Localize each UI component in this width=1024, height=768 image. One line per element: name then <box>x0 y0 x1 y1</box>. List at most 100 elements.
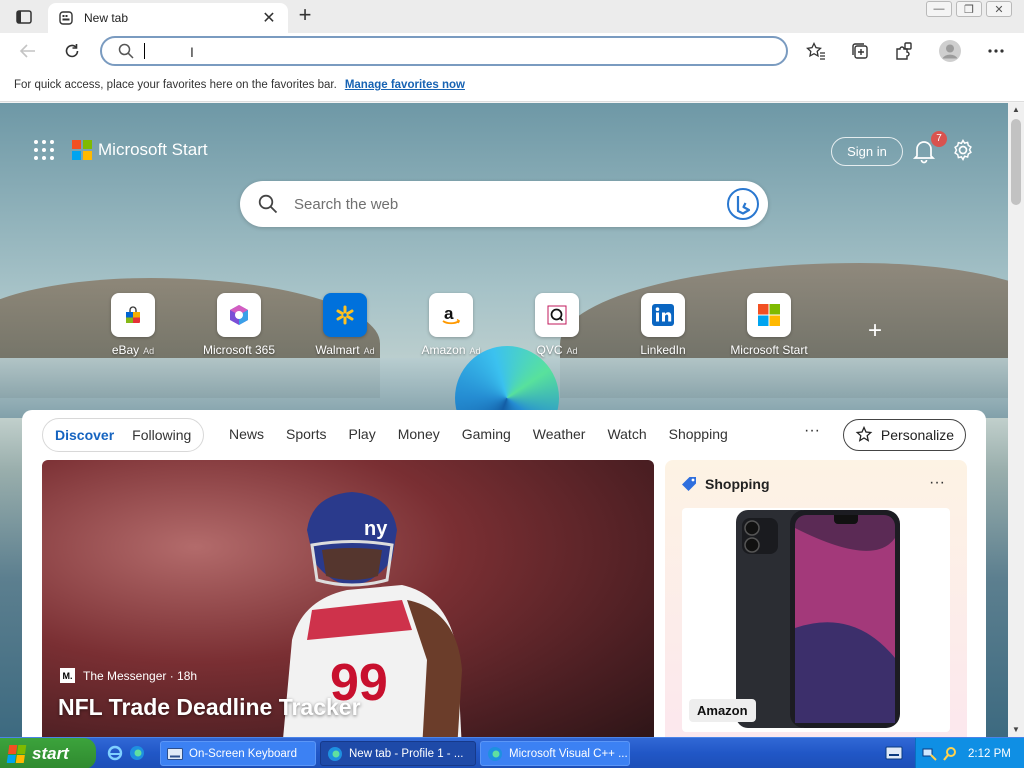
collections-button[interactable] <box>848 39 872 63</box>
back-button[interactable] <box>16 39 40 63</box>
tab-discover[interactable]: Discover <box>55 427 114 443</box>
tab-news[interactable]: News <box>229 426 264 442</box>
keyboard-icon <box>167 747 183 760</box>
windows-taskbar: start On-Screen Keyboard New tab - Profi… <box>0 737 1024 768</box>
taskbar-on-screen-keyboard[interactable]: On-Screen Keyboard <box>160 741 316 766</box>
more-categories-button[interactable]: ··· <box>804 422 820 440</box>
shopping-card-more-button[interactable]: ··· <box>929 474 945 492</box>
new-tab-button[interactable]: + <box>294 4 316 26</box>
article-headline[interactable]: NFL Trade Deadline Tracker <box>58 694 361 721</box>
network-icon[interactable] <box>922 746 938 762</box>
article-source-text: The Messenger · 18h <box>83 668 198 683</box>
favorites-button[interactable] <box>804 39 828 63</box>
web-search-box[interactable]: Search the web <box>240 181 768 227</box>
quick-launch <box>106 744 146 762</box>
refresh-button[interactable] <box>60 39 84 63</box>
shopping-card[interactable]: Shopping ··· Amazon <box>665 460 967 737</box>
settings-more-button[interactable] <box>984 39 1008 63</box>
hero-article-card[interactable]: 99 ny M. The Messenger · 18h NFL Trade D… <box>42 460 654 737</box>
avatar <box>939 40 961 62</box>
svg-text:ny: ny <box>364 518 388 540</box>
price-tag-icon <box>682 477 696 491</box>
brand-name: Microsoft Start <box>98 140 208 159</box>
profile-button[interactable] <box>938 39 962 63</box>
ad-tag: Ad <box>566 346 578 356</box>
taskbar-item-label: New tab - Profile 1 - ... <box>349 747 464 760</box>
app-launcher-button[interactable] <box>34 140 54 160</box>
scroll-up-icon[interactable]: ▲ <box>1008 103 1024 117</box>
language-keyboard-icon[interactable] <box>885 745 903 761</box>
quick-link-label: LinkedIn <box>640 343 686 357</box>
amazon-icon: a <box>429 293 473 337</box>
tab-money[interactable]: Money <box>398 426 440 442</box>
windows-flag-icon <box>6 744 28 763</box>
manage-favorites-link[interactable]: Manage favorites now <box>345 79 465 91</box>
favorites-bar-message: For quick access, place your favorites h… <box>14 79 337 91</box>
gear-icon <box>954 139 972 162</box>
notification-badge: 7 <box>931 131 947 147</box>
taskbar-item-label: Microsoft Visual C++ ... <box>509 747 628 760</box>
tab-following[interactable]: Following <box>132 427 191 443</box>
internet-explorer-icon[interactable] <box>106 744 124 762</box>
scrollbar-thumb[interactable] <box>1011 119 1021 205</box>
edge-quick-launch-icon[interactable] <box>128 744 146 762</box>
tab-shopping[interactable]: Shopping <box>669 426 728 442</box>
close-window-button[interactable]: ✕ <box>986 1 1012 17</box>
restore-button[interactable]: ❐ <box>956 1 982 17</box>
start-button[interactable]: start <box>0 738 96 768</box>
microsoft-start-brand[interactable]: Microsoft Start <box>72 140 208 160</box>
sparkle-star-icon <box>855 426 873 442</box>
ad-tag: Ad <box>143 346 155 356</box>
clock: 2:12 PM <box>968 747 1011 760</box>
window-controls: — ❐ ✕ <box>926 1 1012 17</box>
personalize-button[interactable]: Personalize <box>843 419 966 451</box>
product-vendor[interactable]: Amazon <box>689 699 756 722</box>
taskbar-visual-cpp[interactable]: Microsoft Visual C++ ... <box>480 741 630 766</box>
shopping-card-header: Shopping <box>681 476 770 492</box>
feed-category-tabs: News Sports Play Money Gaming Weather Wa… <box>229 426 728 442</box>
quick-link-microsoft-start[interactable]: Microsoft Start <box>714 293 824 363</box>
shopping-card-title: Shopping <box>705 476 770 492</box>
walmart-spark-icon <box>323 293 367 337</box>
refresh-icon <box>65 44 79 58</box>
search-icon <box>258 194 278 214</box>
tab-watch[interactable]: Watch <box>607 426 646 442</box>
news-feed: Discover Following News Sports Play Mone… <box>22 410 986 737</box>
quick-link-walmart[interactable]: Walmart Ad <box>290 293 400 363</box>
tab-close-icon[interactable]: ✕ <box>260 8 278 28</box>
bing-chat-icon[interactable] <box>726 187 760 221</box>
start-label: start <box>32 743 69 763</box>
screen: New tab ✕ + — ❐ ✕ I For quick access, pl… <box>0 0 1024 768</box>
article-source: M. The Messenger · 18h <box>60 668 197 683</box>
quick-link-ebay[interactable]: eBay Ad <box>78 293 188 363</box>
tab-new-tab[interactable]: New tab ✕ <box>48 3 288 33</box>
sign-in-button[interactable]: Sign in <box>831 137 903 166</box>
search-tray-icon[interactable] <box>942 746 958 762</box>
new-tab-page: Microsoft Start Sign in 7 Search the web… <box>0 103 1008 737</box>
tab-sports[interactable]: Sports <box>286 426 326 442</box>
quick-link-label: QVC <box>536 343 563 357</box>
tab-gaming[interactable]: Gaming <box>462 426 511 442</box>
extensions-button[interactable] <box>892 39 916 63</box>
favorites-bar: For quick access, place your favorites h… <box>0 69 1024 102</box>
navigation-toolbar: I <box>0 33 1024 69</box>
tab-strip: New tab ✕ + — ❐ ✕ <box>0 0 1024 33</box>
tab-actions-button[interactable] <box>10 6 38 28</box>
text-cursor-icon: I <box>190 44 194 60</box>
page-settings-button[interactable] <box>951 138 975 162</box>
favorites-star-icon <box>806 42 825 60</box>
text-caret <box>144 43 145 59</box>
quick-link-microsoft-365[interactable]: Microsoft 365 <box>184 293 294 363</box>
address-bar[interactable]: I <box>100 36 788 66</box>
tab-play[interactable]: Play <box>348 426 375 442</box>
tab-weather[interactable]: Weather <box>533 426 586 442</box>
quick-link-linkedin[interactable]: LinkedIn <box>608 293 718 363</box>
add-quick-link-button[interactable]: + <box>862 318 888 344</box>
page-scrollbar[interactable]: ▲ ▼ <box>1008 103 1024 737</box>
taskbar-edge-new-tab[interactable]: New tab - Profile 1 - ... <box>320 741 476 766</box>
scroll-down-icon[interactable]: ▼ <box>1008 723 1024 737</box>
web-search-placeholder: Search the web <box>294 195 399 213</box>
minimize-button[interactable]: — <box>926 1 952 17</box>
smartphone-product-image <box>736 510 900 728</box>
quick-link-label: Amazon <box>421 343 466 357</box>
